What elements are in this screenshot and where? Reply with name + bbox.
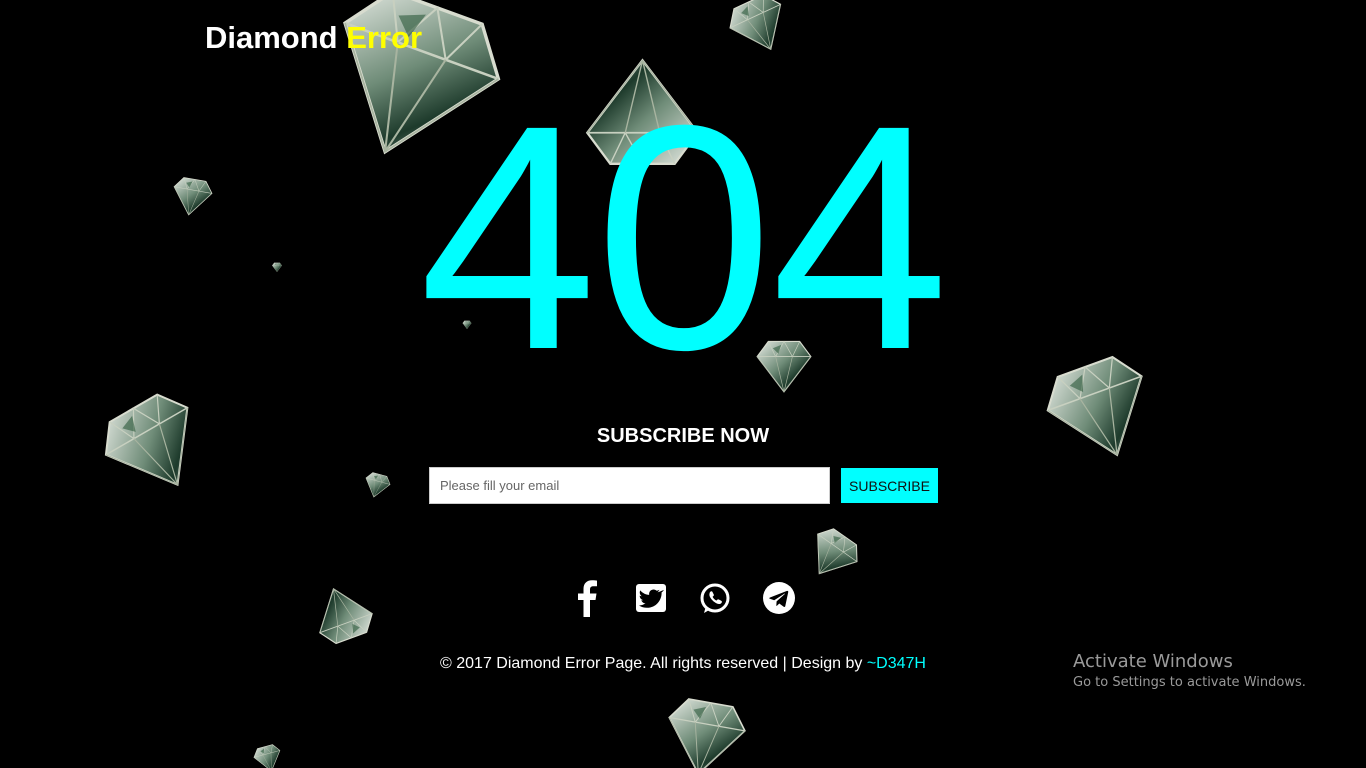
facebook-link[interactable] — [570, 579, 604, 617]
social-links — [570, 579, 796, 617]
designer-link[interactable]: ~D347H — [867, 655, 926, 672]
activate-windows-watermark: Activate Windows Go to Settings to activ… — [1073, 651, 1306, 693]
whatsapp-icon — [700, 583, 730, 613]
diamond-decoration — [716, 0, 802, 65]
copyright-text: © 2017 Diamond Error Page. All rights re… — [440, 655, 867, 672]
brand-name: Diamond — [205, 20, 347, 55]
twitter-icon — [636, 584, 666, 612]
whatsapp-link[interactable] — [698, 579, 732, 617]
twitter-link[interactable] — [634, 579, 668, 617]
telegram-icon — [763, 582, 795, 614]
error-code: 404 — [419, 58, 949, 416]
facebook-icon — [578, 580, 597, 617]
brand-name-accent: Error — [346, 20, 423, 55]
diamond-decoration — [289, 572, 397, 659]
subscribe-button[interactable]: SUBSCRIBE — [841, 468, 938, 503]
brand-logo[interactable]: Diamond Error — [205, 18, 422, 58]
error-page: Diamond Error 404 SUBSCRIBE NOW SUBSCRIB… — [0, 0, 1366, 768]
watermark-title: Activate Windows — [1073, 651, 1233, 672]
diamond-decoration — [247, 740, 289, 768]
email-field[interactable] — [429, 467, 830, 504]
telegram-link[interactable] — [762, 579, 796, 617]
diamond-decoration — [791, 509, 874, 598]
watermark-subtitle: Go to Settings to activate Windows. — [1073, 675, 1306, 690]
diamond-decoration — [357, 468, 397, 502]
diamond-decoration — [659, 690, 752, 768]
subscribe-title: SUBSCRIBE NOW — [596, 425, 770, 447]
